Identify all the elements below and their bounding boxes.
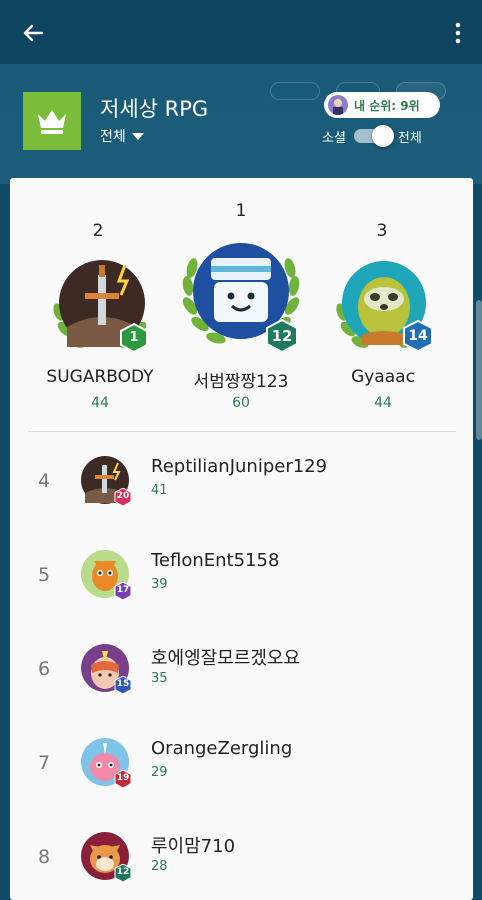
row-score: 41	[151, 483, 168, 498]
level-badge: 17	[114, 581, 132, 601]
row-name[interactable]: 호에엥잘모르겠오요	[151, 644, 300, 670]
row-score: 28	[151, 859, 168, 874]
game-icon	[23, 92, 81, 150]
podium-score-3: 44	[374, 395, 392, 411]
level-badge: 12	[265, 318, 299, 354]
row-rank: 7	[37, 752, 51, 774]
row-score: 29	[151, 765, 168, 780]
my-rank-text: 내 순위: 9위	[354, 98, 420, 113]
toggle-switch[interactable]	[353, 125, 394, 147]
row-score: 39	[151, 577, 168, 592]
row-rank: 6	[37, 658, 51, 680]
row-name[interactable]: OrangeZergling	[151, 738, 292, 759]
podium-rank-3: 3	[376, 221, 388, 241]
my-avatar	[328, 95, 348, 115]
arrow-left-icon	[23, 24, 44, 42]
level-text: 12	[271, 327, 293, 345]
level-text: 12	[116, 867, 130, 877]
row-name[interactable]: ReptilianJuniper129	[151, 456, 327, 477]
level-text: 17	[116, 585, 130, 595]
social-all-toggle[interactable]: 소셜 전체	[322, 125, 444, 147]
level-text: 15	[116, 679, 130, 689]
podium-name-2[interactable]: SUGARBODY	[30, 367, 170, 387]
row-name[interactable]: TeflonEnt5158	[151, 550, 279, 571]
more-options-button[interactable]	[448, 18, 468, 48]
level-text: 19	[116, 773, 130, 783]
more-vertical-icon	[455, 22, 461, 44]
level-badge: 14	[402, 319, 434, 353]
card-edge	[0, 820, 10, 900]
podium-rank-1: 1	[235, 201, 247, 221]
row-rank: 5	[37, 564, 51, 586]
scrollbar[interactable]	[476, 300, 482, 440]
chevron-down-icon	[131, 132, 144, 140]
my-rank-pill[interactable]: 내 순위: 9위	[324, 92, 440, 118]
level-badge: 19	[114, 769, 132, 789]
row-rank: 4	[37, 470, 51, 492]
level-text: 20	[116, 491, 130, 501]
row-score: 35	[151, 671, 168, 686]
all-label: 전체	[397, 130, 422, 146]
row-name[interactable]: 루이맘710	[151, 832, 235, 858]
level-text: 14	[408, 328, 428, 344]
podium-name-1[interactable]: 서범짱짱123	[171, 367, 311, 392]
level-badge: 15	[114, 675, 132, 695]
crown-icon	[38, 110, 66, 134]
level-text: 1	[129, 330, 139, 345]
level-badge: 20	[114, 487, 132, 507]
social-label: 소셜	[322, 130, 346, 146]
app-bar	[0, 0, 482, 64]
level-badge: 12	[114, 863, 132, 883]
back-button[interactable]	[18, 18, 48, 48]
background-ghost-pill	[270, 82, 320, 100]
game-title: 저세상 RPG	[100, 97, 209, 121]
podium-name-3[interactable]: Gyaaac	[313, 367, 453, 387]
row-rank: 8	[37, 846, 51, 868]
scope-label: 전체	[100, 129, 126, 145]
level-badge: 1	[119, 322, 149, 354]
scope-dropdown[interactable]: 전체	[100, 126, 144, 146]
divider	[28, 431, 456, 432]
podium-score-1: 60	[232, 395, 250, 411]
podium-score-2: 44	[91, 395, 109, 411]
podium-rank-2: 2	[92, 221, 104, 241]
